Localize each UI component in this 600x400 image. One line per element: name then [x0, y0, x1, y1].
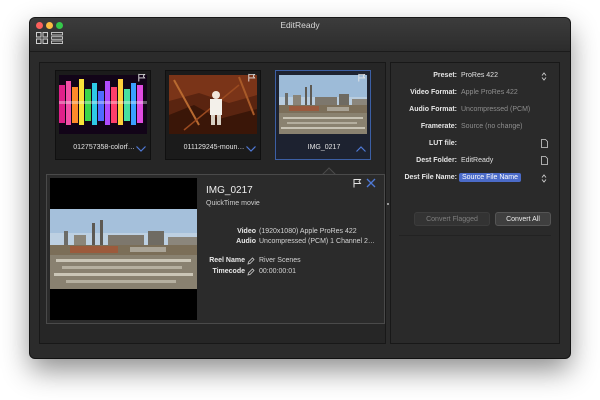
- audio-format-label: Audio Format:: [409, 106, 457, 113]
- clip-preview-image: [59, 75, 147, 134]
- dest-folder-row: Dest Folder: EditReady: [391, 156, 561, 171]
- clip-thumbnail-selected[interactable]: IMG_0217: [275, 70, 371, 160]
- lut-row: LUT file:: [391, 139, 561, 154]
- clip-thumbnail[interactable]: 011129245-moun…: [165, 70, 261, 160]
- video-info-label: Video: [237, 228, 256, 235]
- document-icon[interactable]: [541, 156, 548, 165]
- dest-name-token[interactable]: Source File Name: [459, 173, 522, 182]
- framerate-row: Framerate: Source (no change): [391, 123, 561, 137]
- audio-format-row: Audio Format: Uncompressed (PCM): [391, 106, 561, 120]
- clip-detail-panel: IMG_0217 QuickTime movie Video (1920x108…: [46, 174, 385, 324]
- flag-icon[interactable]: [137, 73, 146, 82]
- document-icon[interactable]: [541, 139, 548, 148]
- video-preview[interactable]: [50, 178, 197, 320]
- audio-info-value: Uncompressed (PCM) 1 Channel 2…: [259, 238, 375, 245]
- clip-browser: 012757358-colorf… 011129245-moun… IMG_02…: [39, 62, 386, 344]
- flag-icon[interactable]: [352, 178, 362, 188]
- dest-folder-value[interactable]: EditReady: [461, 157, 493, 164]
- grid-view-icon[interactable]: [36, 32, 48, 44]
- timecode-label: Timecode: [212, 268, 245, 275]
- edit-pencil-icon[interactable]: [247, 257, 255, 265]
- flag-icon[interactable]: [247, 73, 256, 82]
- preset-row[interactable]: Preset: ProRes 422: [391, 72, 561, 86]
- audio-format-value: Uncompressed (PCM): [461, 106, 531, 113]
- video-format-label: Video Format:: [410, 89, 457, 96]
- window-title: EditReady: [280, 20, 320, 30]
- clip-format: QuickTime movie: [206, 200, 260, 207]
- flag-icon[interactable]: [357, 73, 366, 82]
- reel-name-label: Reel Name: [209, 257, 245, 264]
- preset-select[interactable]: ProRes 422: [461, 72, 498, 79]
- preset-label: Preset:: [433, 72, 457, 79]
- list-view-icon[interactable]: [51, 32, 63, 44]
- close-icon[interactable]: [366, 178, 376, 188]
- video-info-value: (1920x1080) Apple ProRes 422: [259, 228, 357, 235]
- framerate-value: Source (no change): [461, 123, 523, 130]
- reel-name-value[interactable]: River Scenes: [259, 257, 301, 264]
- updown-arrows-icon[interactable]: [541, 174, 547, 183]
- dest-name-label: Dest File Name:: [404, 174, 457, 181]
- video-format-value: Apple ProRes 422: [461, 89, 518, 96]
- video-format-row: Video Format: Apple ProRes 422: [391, 89, 561, 103]
- app-window: EditReady 012757358-colorf… 011129245-mo…: [30, 18, 570, 358]
- dest-name-row: Dest File Name: Source File Name: [391, 173, 561, 188]
- audio-info-label: Audio: [236, 238, 256, 245]
- chevron-up-icon[interactable]: [356, 146, 366, 152]
- settings-panel: Preset: ProRes 422 Video Format: Apple P…: [390, 62, 560, 344]
- divider: [399, 235, 551, 236]
- clip-preview-image: [169, 75, 257, 134]
- title-bar: EditReady: [30, 18, 570, 52]
- clip-title: IMG_0217: [206, 185, 253, 196]
- chevron-down-icon[interactable]: [246, 146, 256, 152]
- dest-folder-label: Dest Folder:: [416, 157, 457, 164]
- clip-thumbnail[interactable]: 012757358-colorf…: [55, 70, 151, 160]
- convert-all-button[interactable]: Convert All: [495, 212, 551, 226]
- edit-pencil-icon[interactable]: [247, 268, 255, 276]
- chevron-down-icon[interactable]: [136, 146, 146, 152]
- clip-preview-image: [279, 75, 367, 134]
- timecode-value[interactable]: 00:00:00:01: [259, 268, 296, 275]
- updown-arrows-icon[interactable]: [541, 72, 547, 81]
- framerate-label: Framerate:: [420, 123, 457, 130]
- lut-label: LUT file:: [429, 140, 457, 147]
- convert-flagged-button[interactable]: Convert Flagged: [414, 212, 490, 226]
- pane-splitter-handle[interactable]: [387, 203, 389, 205]
